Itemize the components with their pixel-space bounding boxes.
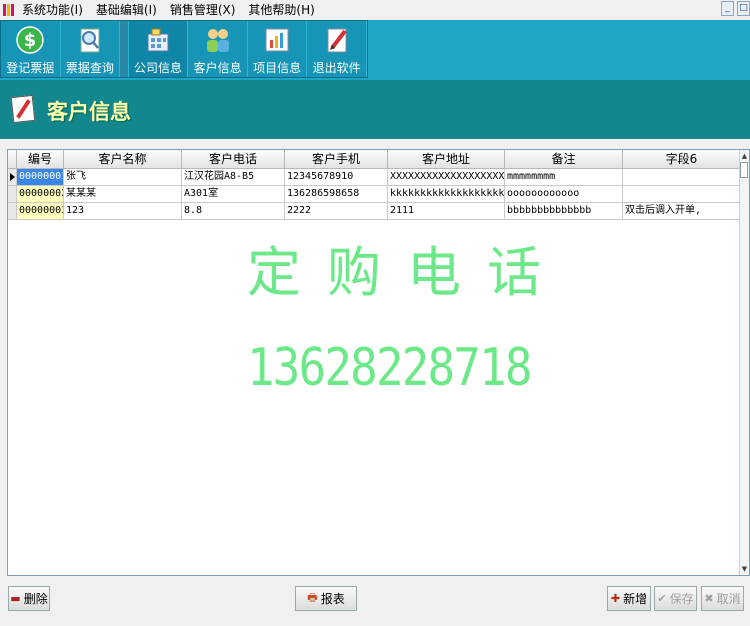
report-button[interactable]: 🖶 报表	[295, 586, 357, 611]
cell-mobile[interactable]: 12345678910	[285, 169, 388, 185]
app-logo-icon	[2, 2, 18, 18]
cell-remark[interactable]: mmmmmmmm	[505, 169, 623, 185]
menu-help[interactable]: 其他帮助(H)	[244, 0, 323, 20]
column-header-remark[interactable]: 备注	[505, 150, 623, 168]
cell-mobile[interactable]: 136286598658	[285, 186, 388, 202]
chart-icon	[262, 25, 292, 55]
add-label: 新增	[623, 592, 648, 606]
menu-system[interactable]: 系统功能(I)	[18, 0, 92, 20]
delete-label: 删除	[23, 592, 48, 606]
cell-name[interactable]: 某某某	[64, 186, 182, 202]
add-button[interactable]: ✚ 新增	[607, 586, 651, 611]
exit-icon	[322, 25, 352, 55]
minus-icon: ▬	[10, 592, 21, 605]
table-row[interactable]: 00000002 某某某 A301室 136286598658 kkkkkkkk…	[8, 186, 749, 203]
cell-phone[interactable]: A301室	[182, 186, 285, 202]
current-row-icon	[10, 173, 15, 181]
printer-icon: 🖶	[307, 591, 318, 604]
cancel-label: 取消	[716, 592, 741, 606]
toolbar-company-info[interactable]: 公司信息	[128, 21, 189, 77]
vertical-scrollbar[interactable]: ▲ ▼	[739, 150, 749, 575]
dollar-icon: $	[15, 25, 45, 55]
menu-bar: 系统功能(I) 基础编辑(I) 销售管理(X) 其他帮助(H) _ □	[0, 0, 750, 20]
cell-phone[interactable]: 8.8	[182, 203, 285, 219]
cell-mobile[interactable]: 2222	[285, 203, 388, 219]
cell-id[interactable]: 00000002	[17, 186, 64, 202]
scroll-up-icon[interactable]: ▲	[740, 150, 749, 162]
check-icon: ✔	[657, 592, 667, 605]
cell-field6[interactable]	[623, 186, 741, 202]
cell-field6[interactable]	[623, 169, 741, 185]
cell-name[interactable]: 123	[64, 203, 182, 219]
toolbar-exit[interactable]: 退出软件	[307, 21, 367, 77]
save-button[interactable]: ✔ 保存	[654, 586, 697, 611]
toolbar-query-receipt[interactable]: 票据查询	[61, 21, 121, 77]
toolbar-label: 登记票据	[6, 61, 55, 75]
edit-doc-icon	[10, 94, 36, 124]
header-selector	[8, 150, 17, 168]
search-doc-icon	[75, 25, 105, 55]
cancel-button[interactable]: ✖ 取消	[701, 586, 744, 611]
restore-button[interactable]: □	[737, 1, 750, 16]
row-selector[interactable]	[8, 203, 17, 219]
table-row[interactable]: 00000003 123 8.8 2222 2111 bbbbbbbbbbbbb…	[8, 203, 749, 220]
row-selector[interactable]	[8, 186, 17, 202]
users-icon	[203, 25, 233, 55]
close-icon: ✖	[704, 592, 714, 605]
toolbar-label: 退出软件	[312, 61, 361, 75]
company-icon	[143, 25, 173, 55]
toolbar: $ 登记票据 票据查询 公司信息 客户信息 项目信息 退出软件	[0, 20, 368, 78]
cell-remark[interactable]: oooooooooooo	[505, 186, 623, 202]
column-header-mobile[interactable]: 客户手机	[285, 150, 388, 168]
delete-button[interactable]: ▬ 删除	[8, 586, 50, 611]
cell-address[interactable]: XXXXXXXXXXXXXXXXXXXXxYYYY	[388, 169, 505, 185]
cell-id[interactable]: 00000001	[17, 169, 64, 185]
toolbar-label: 公司信息	[134, 61, 183, 75]
promo-order-phone-label: 定购电话	[247, 241, 567, 304]
cell-address[interactable]: kkkkkkkkkkkkkkkkkkkkkkkk	[388, 186, 505, 202]
scroll-thumb[interactable]	[740, 162, 748, 178]
table-row[interactable]: 00000001 张飞 江汉花园A8-B5 12345678910 XXXXXX…	[8, 169, 749, 186]
toolbar-customer-info[interactable]: 客户信息	[188, 21, 248, 77]
page-title: 客户信息	[47, 100, 131, 124]
menu-sales[interactable]: 销售管理(X)	[166, 0, 245, 20]
column-header-address[interactable]: 客户地址	[388, 150, 505, 168]
window-controls: _ □	[721, 1, 750, 16]
toolbar-register-receipt[interactable]: $ 登记票据	[1, 21, 61, 77]
toolbar-label: 客户信息	[193, 61, 242, 75]
minimize-button[interactable]: _	[721, 1, 734, 16]
toolbar-separator	[120, 21, 129, 77]
menu-basic-edit[interactable]: 基础编辑(I)	[92, 0, 166, 20]
cell-address[interactable]: 2111	[388, 203, 505, 219]
row-selector[interactable]	[8, 169, 17, 185]
column-header-id[interactable]: 编号	[17, 150, 64, 168]
plus-icon: ✚	[610, 592, 621, 605]
toolbar-label: 票据查询	[65, 61, 114, 75]
column-header-phone[interactable]: 客户电话	[182, 150, 285, 168]
scroll-down-icon[interactable]: ▼	[740, 563, 749, 575]
save-label: 保存	[669, 592, 694, 606]
cell-name[interactable]: 张飞	[64, 169, 182, 185]
cell-phone[interactable]: 江汉花园A8-B5	[182, 169, 285, 185]
report-label: 报表	[320, 592, 345, 606]
toolbar-label: 项目信息	[253, 61, 302, 75]
cell-remark[interactable]: bbbbbbbbbbbbbb	[505, 203, 623, 219]
cell-field6[interactable]: 双击后调入开单,	[623, 203, 741, 219]
column-header-name[interactable]: 客户名称	[64, 150, 182, 168]
grid-header: 编号 客户名称 客户电话 客户手机 客户地址 备注 字段6	[8, 150, 749, 169]
svg-text:$: $	[24, 30, 37, 51]
toolbar-project-info[interactable]: 项目信息	[248, 21, 308, 77]
promo-phone-number: 13628228718	[247, 338, 532, 398]
cell-id[interactable]: 00000003	[17, 203, 64, 219]
column-header-field6[interactable]: 字段6	[623, 150, 741, 168]
